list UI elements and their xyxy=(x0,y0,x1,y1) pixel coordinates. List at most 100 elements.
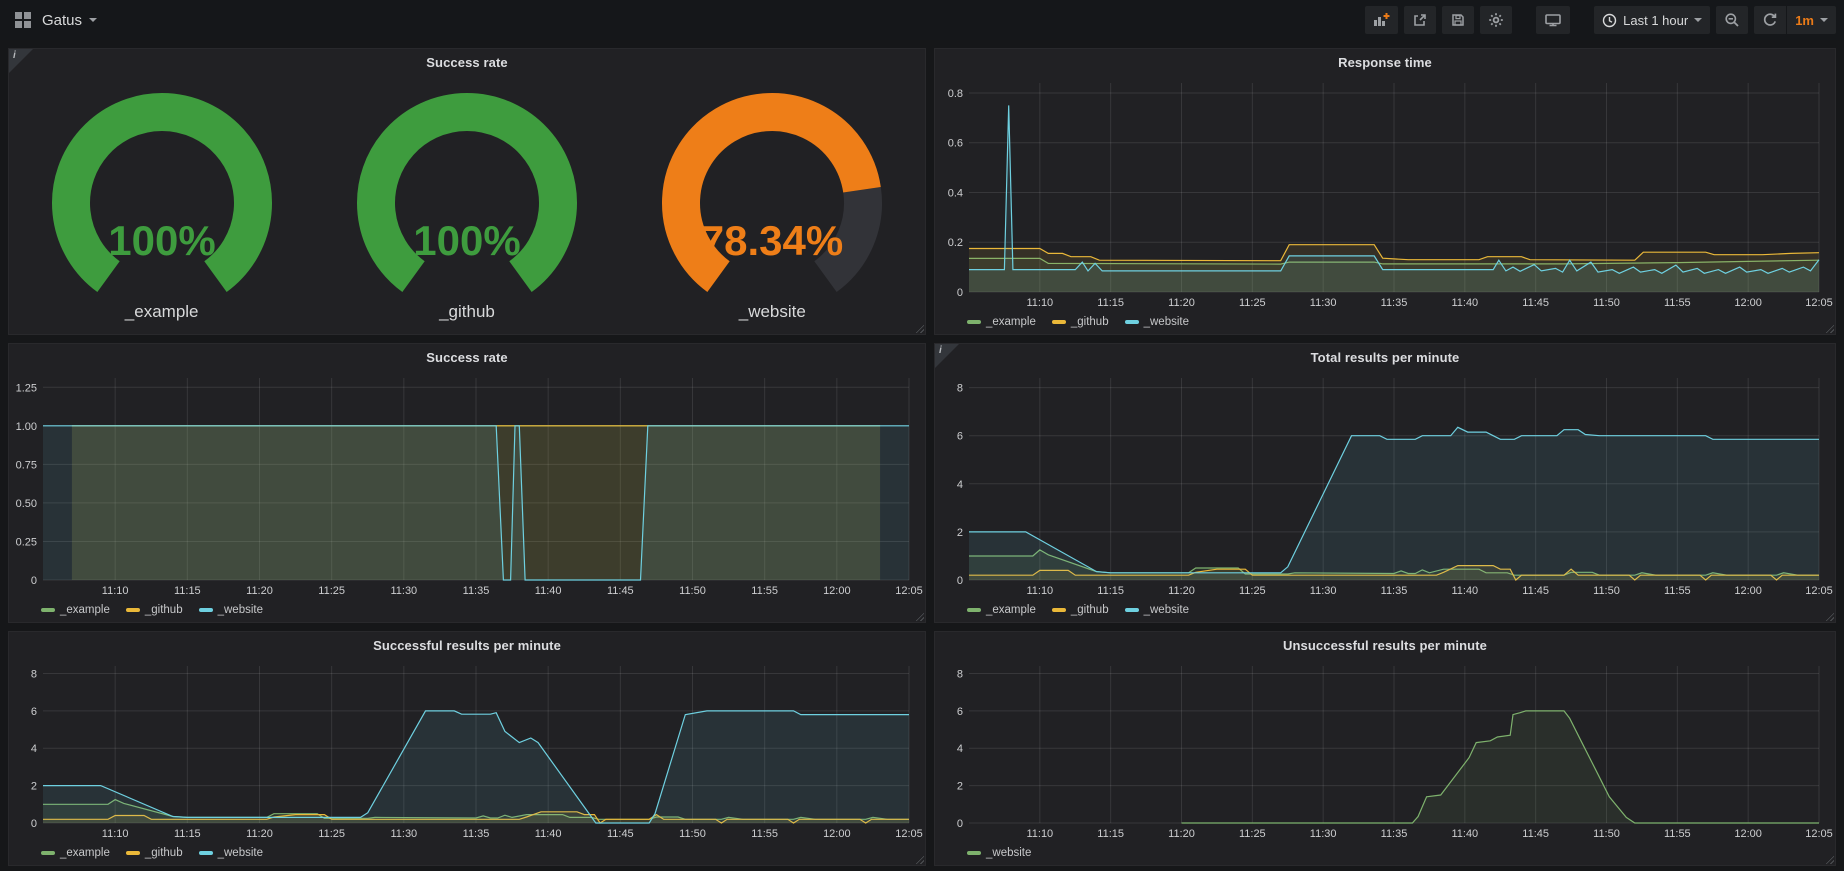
svg-text:4: 4 xyxy=(957,743,963,755)
svg-text:2: 2 xyxy=(957,781,963,793)
svg-text:11:40: 11:40 xyxy=(1451,297,1478,309)
chevron-down-icon xyxy=(1694,18,1702,26)
svg-text:0: 0 xyxy=(957,818,963,830)
legend-item-_website[interactable]: _website xyxy=(1125,316,1189,328)
legend: _example _github _website xyxy=(9,841,925,865)
svg-text:12:00: 12:00 xyxy=(1734,828,1762,840)
legend-item-_github[interactable]: _github xyxy=(1052,316,1109,328)
chart-plot: 0246811:1011:1511:2011:2511:3011:3511:40… xyxy=(9,658,925,841)
dashboard-grid-icon[interactable] xyxy=(14,11,32,29)
legend-item-_website[interactable]: _website xyxy=(199,604,263,616)
legend-label: _github xyxy=(145,604,183,616)
legend-label: _example xyxy=(986,604,1036,616)
zoom-out-icon xyxy=(1724,12,1740,28)
panel-response-time: Response time 00.20.40.60.811:1011:1511:… xyxy=(934,48,1836,335)
svg-text:0.50: 0.50 xyxy=(16,498,37,510)
legend-item-_github[interactable]: _github xyxy=(126,604,183,616)
svg-text:11:35: 11:35 xyxy=(463,585,490,597)
zoom-out-time-button[interactable] xyxy=(1716,6,1748,34)
svg-text:0.75: 0.75 xyxy=(16,459,37,471)
svg-text:4: 4 xyxy=(31,743,37,755)
svg-text:11:45: 11:45 xyxy=(1522,585,1549,597)
save-dashboard-button[interactable] xyxy=(1442,6,1474,34)
gauges-row: 100%_example100%_github78.34%_website xyxy=(9,75,925,334)
legend-label: _website xyxy=(1144,316,1189,328)
svg-text:12:05: 12:05 xyxy=(895,585,923,597)
legend-item-_github[interactable]: _github xyxy=(1052,604,1109,616)
svg-text:11:15: 11:15 xyxy=(174,585,201,597)
successful-results-chart: 0246811:1011:1511:2011:2511:3011:3511:40… xyxy=(9,658,925,841)
gauge-value: 100% xyxy=(108,217,215,264)
success-rate-chart: 00.250.500.751.001.2511:1011:1511:2011:2… xyxy=(9,370,925,598)
time-range-label: Last 1 hour xyxy=(1623,13,1688,28)
legend-item-_website[interactable]: _website xyxy=(199,847,263,859)
svg-text:0: 0 xyxy=(957,575,963,587)
svg-text:11:20: 11:20 xyxy=(246,828,273,840)
svg-text:11:40: 11:40 xyxy=(1451,828,1478,840)
legend-item-_github[interactable]: _github xyxy=(126,847,183,859)
panel-info-corner[interactable]: i xyxy=(935,344,959,368)
legend-item-_example[interactable]: _example xyxy=(967,316,1036,328)
svg-text:11:20: 11:20 xyxy=(1168,585,1195,597)
svg-text:11:45: 11:45 xyxy=(607,828,634,840)
legend-swatch xyxy=(1052,608,1066,612)
svg-text:12:00: 12:00 xyxy=(823,828,851,840)
gauge-label: _github xyxy=(439,302,495,322)
legend-label: _example xyxy=(60,847,110,859)
share-dashboard-button[interactable] xyxy=(1404,6,1436,34)
svg-text:8: 8 xyxy=(957,383,963,395)
svg-text:11:45: 11:45 xyxy=(1522,297,1549,309)
time-range-picker-button[interactable]: Last 1 hour xyxy=(1594,6,1710,34)
clock-icon xyxy=(1602,13,1617,28)
refresh-dashboard-button[interactable] xyxy=(1754,6,1786,34)
gauge-arc: 78.34% xyxy=(652,85,892,299)
svg-text:12:05: 12:05 xyxy=(1805,828,1833,840)
svg-text:1.25: 1.25 xyxy=(16,382,37,394)
panel-title[interactable]: Success rate xyxy=(9,344,925,370)
panel-title[interactable]: Response time xyxy=(935,49,1835,75)
legend-label: _example xyxy=(986,316,1036,328)
svg-text:11:35: 11:35 xyxy=(1381,297,1408,309)
chart-plot: 00.250.500.751.001.2511:1011:1511:2011:2… xyxy=(9,370,925,598)
legend-item-_example[interactable]: _example xyxy=(967,604,1036,616)
dashboard-settings-button[interactable] xyxy=(1480,6,1512,34)
svg-text:11:10: 11:10 xyxy=(102,585,129,597)
legend: _example _github _website xyxy=(935,598,1835,622)
cycle-view-mode-button[interactable] xyxy=(1536,6,1570,34)
svg-text:2: 2 xyxy=(957,527,963,539)
panel-info-corner[interactable]: i xyxy=(9,49,33,73)
panel-unsuccessful-results: Unsuccessful results per minute 0246811:… xyxy=(934,631,1836,866)
panel-title[interactable]: Successful results per minute xyxy=(9,632,925,658)
svg-text:6: 6 xyxy=(957,706,963,718)
chart-plot: 0246811:1011:1511:2011:2511:3011:3511:40… xyxy=(935,658,1835,841)
legend-swatch xyxy=(1052,320,1066,324)
svg-text:12:05: 12:05 xyxy=(1805,297,1833,309)
legend-item-_website[interactable]: _website xyxy=(1125,604,1189,616)
legend: _website xyxy=(935,841,1835,865)
panel-title[interactable]: Total results per minute xyxy=(935,344,1835,370)
svg-text:12:05: 12:05 xyxy=(895,828,923,840)
svg-text:11:55: 11:55 xyxy=(751,828,778,840)
refresh-interval-button[interactable]: 1m xyxy=(1787,6,1836,34)
share-icon xyxy=(1412,12,1428,28)
add-panel-button[interactable] xyxy=(1365,6,1398,34)
legend-item-_website[interactable]: _website xyxy=(967,847,1031,859)
panel-title[interactable]: Unsuccessful results per minute xyxy=(935,632,1835,658)
refresh-interval-label: 1m xyxy=(1795,13,1814,28)
legend-item-_example[interactable]: _example xyxy=(41,604,110,616)
legend-item-_example[interactable]: _example xyxy=(41,847,110,859)
svg-text:11:10: 11:10 xyxy=(1026,297,1053,309)
gauge-arc: 100% xyxy=(42,85,282,299)
svg-text:11:10: 11:10 xyxy=(1026,828,1053,840)
svg-text:12:05: 12:05 xyxy=(1805,585,1833,597)
gauge-_github: 100%_github xyxy=(317,85,617,322)
svg-text:11:10: 11:10 xyxy=(1026,585,1053,597)
dashboard-title: Gatus xyxy=(42,12,82,29)
svg-text:11:40: 11:40 xyxy=(1451,585,1478,597)
dashboard-title-dropdown[interactable]: Gatus xyxy=(42,12,97,29)
chevron-down-icon xyxy=(89,18,97,26)
svg-text:11:55: 11:55 xyxy=(1664,297,1691,309)
svg-text:11:25: 11:25 xyxy=(318,828,345,840)
svg-text:11:35: 11:35 xyxy=(1381,585,1408,597)
panel-title[interactable]: Success rate xyxy=(9,49,925,75)
